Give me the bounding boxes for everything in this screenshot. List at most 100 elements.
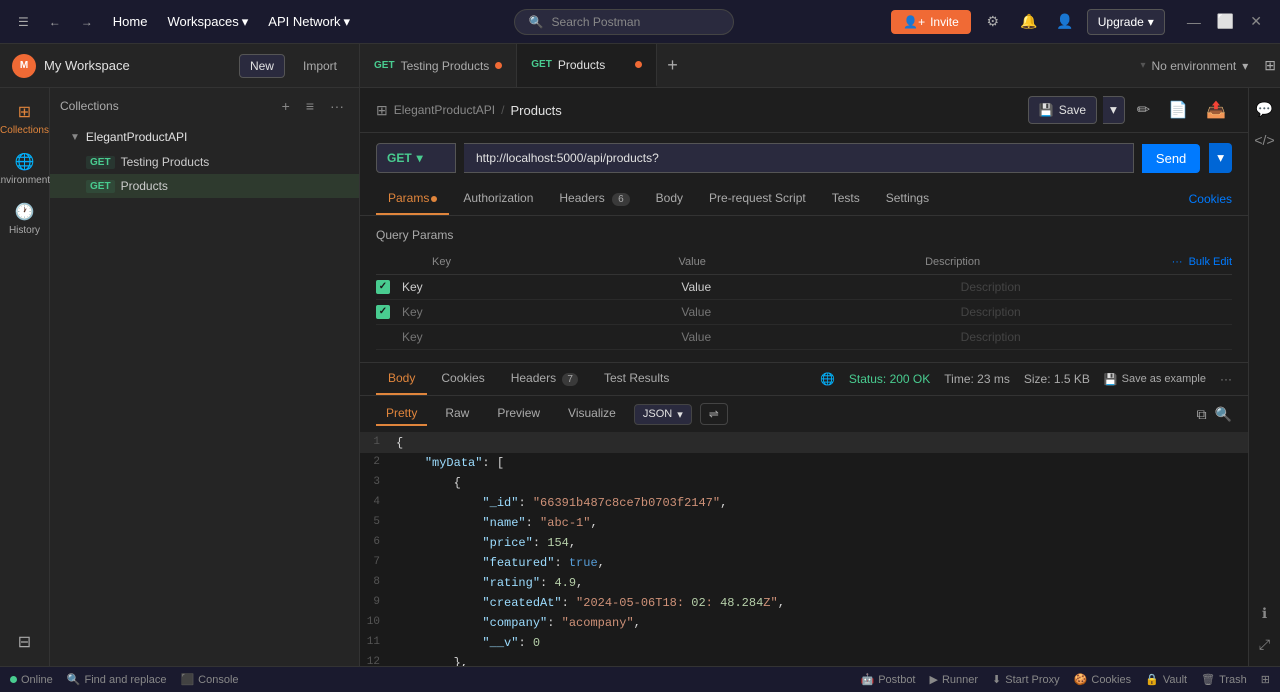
nav-forward-button[interactable]: → bbox=[75, 11, 99, 33]
tab-params[interactable]: Params bbox=[376, 183, 449, 215]
notification-icon-button[interactable]: 🔔 bbox=[1015, 8, 1043, 36]
vault-button[interactable]: 🔒 Vault bbox=[1145, 673, 1187, 686]
format-tab-pretty[interactable]: Pretty bbox=[376, 402, 427, 426]
add-tab-button[interactable]: + bbox=[657, 55, 688, 76]
tab-pre-request[interactable]: Pre-request Script bbox=[697, 183, 818, 215]
home-nav-button[interactable]: Home bbox=[107, 10, 154, 33]
start-proxy-button[interactable]: ⬇ Start Proxy bbox=[992, 673, 1060, 686]
settings-icon-button[interactable]: ⚙ bbox=[979, 8, 1007, 36]
trash-button[interactable]: 🗑 Trash bbox=[1201, 673, 1247, 686]
environment-grid-button[interactable]: ⊞ bbox=[1260, 53, 1280, 78]
params-row-1: Description bbox=[376, 275, 1232, 300]
code-icon-button[interactable]: </> bbox=[1249, 127, 1279, 153]
edit-icon-button[interactable]: ✏ bbox=[1131, 96, 1156, 124]
sidebar-section-title: Collections bbox=[60, 99, 271, 113]
close-button[interactable]: ✕ bbox=[1244, 11, 1268, 32]
request-actions: 💾 Save ▾ ✏ 📄 📤 bbox=[1028, 96, 1232, 124]
api-network-nav-button[interactable]: API Network ▾ bbox=[262, 10, 356, 34]
request-name-1: Testing Products bbox=[121, 155, 210, 169]
document-icon-button[interactable]: 📄 bbox=[1162, 96, 1194, 124]
sidebar-request-products[interactable]: GET Products bbox=[50, 174, 359, 198]
save-button[interactable]: 💾 Save bbox=[1028, 96, 1097, 124]
resp-tab-cookies[interactable]: Cookies bbox=[429, 363, 496, 395]
format-tab-preview[interactable]: Preview bbox=[487, 402, 550, 426]
online-label: Online bbox=[21, 674, 53, 686]
json-line-4: 4 "_id": "66391b487c8ce7b0703f2147", bbox=[360, 493, 1248, 513]
format-tab-visualize[interactable]: Visualize bbox=[558, 402, 626, 426]
new-button[interactable]: New bbox=[239, 54, 285, 78]
sidebar: ⊞ Collections 🌐 Environments 🕐 History ⊟ bbox=[0, 88, 360, 666]
maximize-button[interactable]: ⬜ bbox=[1211, 11, 1240, 32]
tab-tests[interactable]: Tests bbox=[820, 183, 872, 215]
params-checkbox-1[interactable] bbox=[376, 280, 390, 294]
sidebar-item-bottom[interactable]: ⊟ bbox=[3, 626, 47, 658]
env-chevron-icon: ▾ bbox=[1242, 59, 1248, 73]
url-input[interactable] bbox=[464, 143, 1134, 173]
tab-testing-products[interactable]: GET Testing Products bbox=[360, 44, 517, 87]
import-button[interactable]: Import bbox=[293, 55, 347, 77]
share-icon-button[interactable]: 📤 bbox=[1200, 96, 1232, 124]
find-replace-button[interactable]: 🔍 Find and replace bbox=[67, 673, 167, 686]
minimize-button[interactable]: — bbox=[1181, 11, 1207, 32]
resp-tab-test-results[interactable]: Test Results bbox=[592, 363, 681, 395]
comments-icon-button[interactable]: 💬 bbox=[1251, 96, 1278, 123]
expand-bottom-button[interactable]: ⊞ bbox=[1261, 673, 1270, 686]
search-input-wrap[interactable]: 🔍 Search Postman bbox=[514, 9, 734, 35]
tab-products[interactable]: GET Products bbox=[517, 44, 657, 87]
response-more-icon[interactable]: ··· bbox=[1220, 372, 1232, 386]
sidebar-add-button[interactable]: + bbox=[277, 96, 295, 116]
tab-headers[interactable]: Headers 6 bbox=[547, 183, 641, 215]
sidebar-request-testing-products[interactable]: GET Testing Products bbox=[50, 150, 359, 174]
console-button[interactable]: ⬛ Console bbox=[180, 673, 238, 686]
params-key-input-new[interactable] bbox=[398, 330, 673, 344]
request-name-2: Products bbox=[121, 179, 168, 193]
workspaces-nav-button[interactable]: Workspaces ▾ bbox=[161, 10, 254, 34]
sidebar-item-collections[interactable]: ⊞ Collections bbox=[3, 96, 47, 142]
format-selector[interactable]: JSON ▾ bbox=[634, 404, 692, 425]
params-value-input-new[interactable] bbox=[681, 330, 952, 344]
search-response-button[interactable]: 🔍 bbox=[1215, 406, 1232, 423]
sidebar-more-button[interactable]: ··· bbox=[325, 96, 349, 116]
sidebar-header: Collections + ≡ ··· bbox=[50, 88, 359, 124]
params-table: Key Value Description ··· Bulk Edit Desc… bbox=[376, 250, 1232, 350]
format-tab-raw[interactable]: Raw bbox=[435, 402, 479, 426]
history-label: History bbox=[9, 225, 40, 236]
tab-body[interactable]: Body bbox=[644, 183, 695, 215]
profile-icon-button[interactable]: 👤 bbox=[1051, 8, 1079, 36]
params-value-input-2[interactable] bbox=[681, 305, 952, 319]
expand-icon-button[interactable]: ⤢ bbox=[1254, 631, 1275, 658]
params-checkbox-2[interactable] bbox=[376, 305, 390, 319]
params-bulk-edit[interactable]: ··· Bulk Edit bbox=[1172, 256, 1232, 268]
params-key-input-2[interactable] bbox=[398, 305, 673, 319]
runner-button[interactable]: ▶ Runner bbox=[930, 673, 979, 686]
sidebar-item-history[interactable]: 🕐 History bbox=[3, 196, 47, 242]
nav-back-button[interactable]: ← bbox=[43, 11, 67, 33]
info-icon-button[interactable]: ℹ bbox=[1257, 600, 1272, 627]
breadcrumb-current: Products bbox=[510, 103, 561, 118]
send-dropdown-button[interactable]: ▾ bbox=[1209, 143, 1232, 173]
sidebar-sort-button[interactable]: ≡ bbox=[301, 96, 319, 116]
save-example-button[interactable]: 💾 Save as example bbox=[1104, 373, 1206, 386]
json-line-6: 6 "price": 154, bbox=[360, 533, 1248, 553]
save-dropdown-button[interactable]: ▾ bbox=[1103, 96, 1125, 124]
tab-authorization[interactable]: Authorization bbox=[451, 183, 545, 215]
upgrade-button[interactable]: Upgrade ▾ bbox=[1087, 9, 1165, 35]
send-button[interactable]: Send bbox=[1142, 144, 1200, 173]
format-filter-button[interactable]: ⇌ bbox=[700, 403, 728, 425]
cookies-link[interactable]: Cookies bbox=[1189, 192, 1232, 206]
sidebar-item-environments[interactable]: 🌐 Environments bbox=[3, 146, 47, 192]
api-network-chevron-icon: ▾ bbox=[344, 14, 351, 30]
method-label-get-1: GET bbox=[86, 156, 115, 169]
method-select[interactable]: GET ▾ bbox=[376, 143, 456, 173]
params-value-input-1[interactable] bbox=[681, 280, 952, 294]
hamburger-button[interactable]: ☰ bbox=[12, 11, 35, 33]
params-key-input-1[interactable] bbox=[398, 280, 673, 294]
copy-button[interactable]: ⧉ bbox=[1197, 406, 1207, 423]
postbot-button[interactable]: 🤖 Postbot bbox=[860, 673, 915, 686]
cookies-bottom-button[interactable]: 🍪 Cookies bbox=[1074, 673, 1131, 686]
collection-elegant-product-api[interactable]: ▼ ElegantProductAPI bbox=[50, 124, 359, 150]
tab-settings[interactable]: Settings bbox=[874, 183, 941, 215]
resp-tab-body[interactable]: Body bbox=[376, 363, 427, 395]
invite-button[interactable]: 👤+ Invite bbox=[891, 10, 971, 34]
resp-tab-headers[interactable]: Headers 7 bbox=[499, 363, 590, 395]
